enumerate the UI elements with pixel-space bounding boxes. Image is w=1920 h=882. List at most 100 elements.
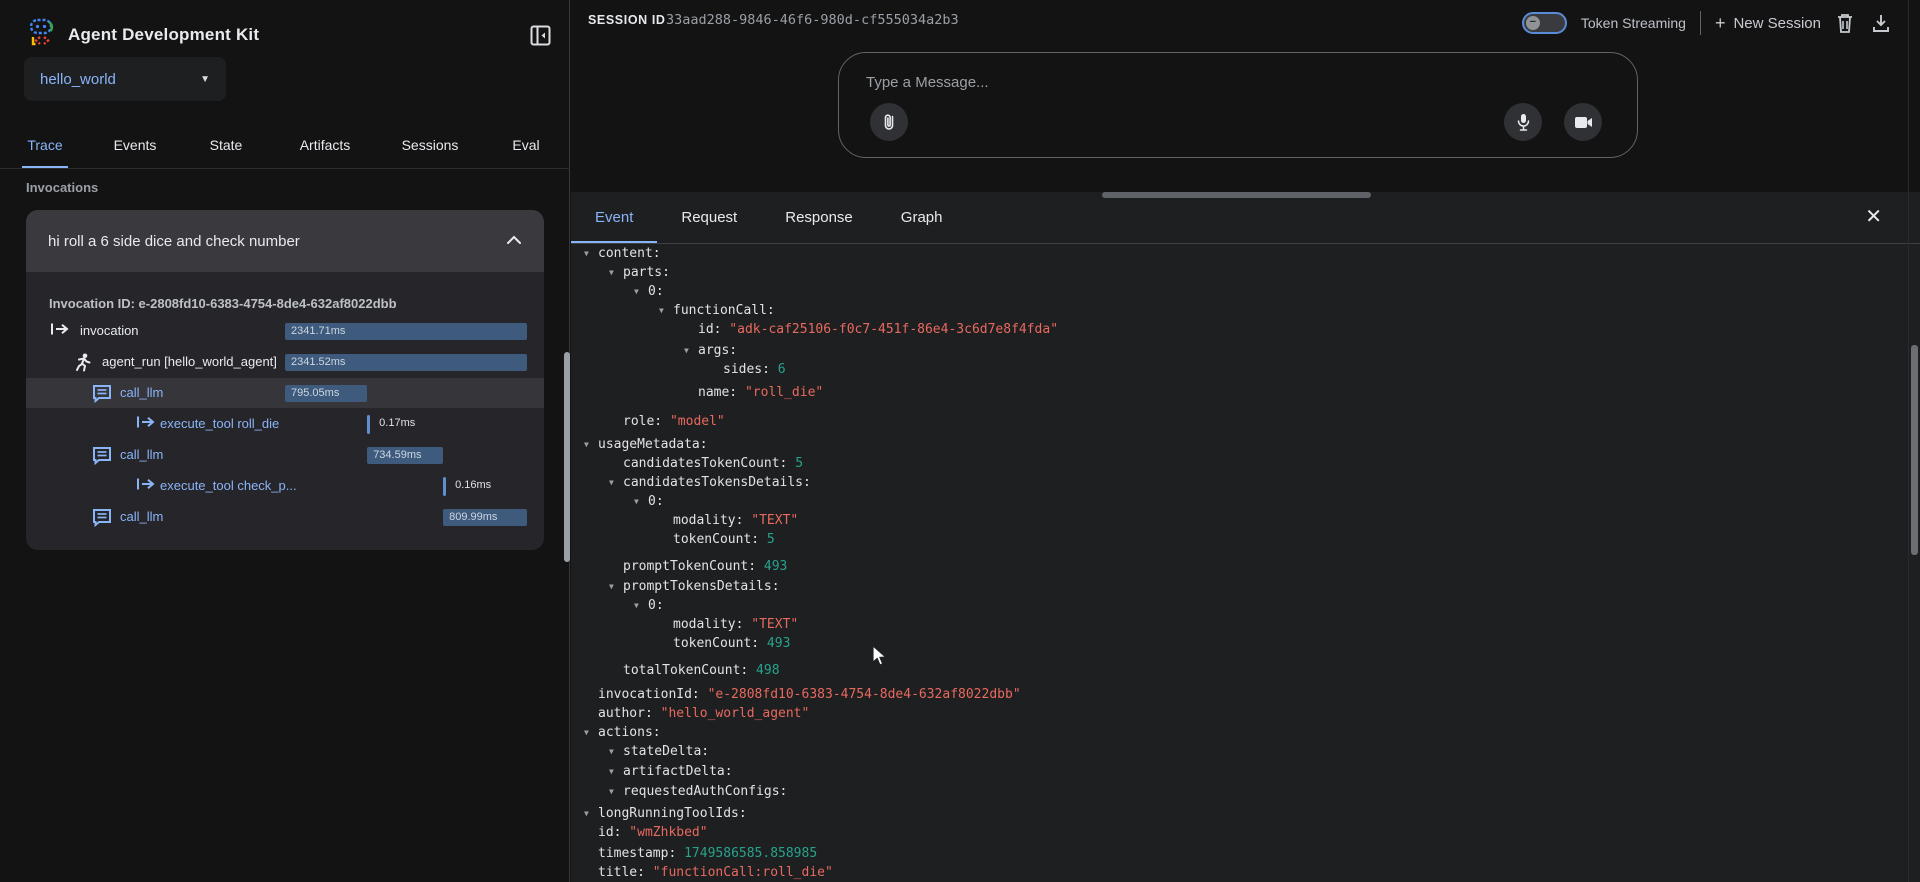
span-label: call_llm xyxy=(120,509,163,524)
expand-arrow-icon[interactable]: ▼ xyxy=(634,492,648,511)
json-row: totalTokenCount: 498 xyxy=(571,661,1901,680)
span-duration-bar: 795.05ms xyxy=(285,385,367,402)
json-key: id: xyxy=(698,322,721,337)
json-key: modality: xyxy=(673,513,743,528)
json-key: promptTokensDetails: xyxy=(623,579,780,594)
json-key: sides: xyxy=(723,362,770,377)
tab-response[interactable]: Response xyxy=(761,192,877,243)
delete-session-icon[interactable] xyxy=(1835,12,1857,34)
json-row: ▼longRunningToolIds: xyxy=(571,804,1901,823)
json-value: "e-2808fd10-6383-4754-8de4-632af8022dbb" xyxy=(700,687,1021,702)
close-icon[interactable]: ✕ xyxy=(1865,204,1882,229)
json-row: modality: "TEXT" xyxy=(571,511,1901,530)
new-session-button[interactable]: + New Session xyxy=(1715,13,1821,34)
tab-events[interactable]: Events xyxy=(114,137,157,153)
json-value: 6 xyxy=(770,362,786,377)
expand-arrow-icon[interactable]: ▼ xyxy=(584,435,598,454)
trace-span-row[interactable]: call_llm 809.99ms xyxy=(26,502,544,532)
microphone-button[interactable] xyxy=(1504,103,1542,141)
expand-arrow-icon[interactable]: ▼ xyxy=(659,301,673,320)
span-label: invocation xyxy=(80,323,139,338)
tab-trace[interactable]: Trace xyxy=(27,137,62,153)
json-row: modality: "TEXT" xyxy=(571,615,1901,634)
expand-arrow-icon[interactable]: ▼ xyxy=(609,263,623,282)
trace-span-row[interactable]: execute_tool check_p...0.16ms xyxy=(26,471,544,501)
json-key: 0: xyxy=(648,494,664,509)
trace-span-row[interactable]: execute_tool roll_die0.17ms xyxy=(26,409,544,439)
json-key: content: xyxy=(598,246,661,261)
attach-file-button[interactable] xyxy=(870,103,908,141)
expand-arrow-icon[interactable]: ▼ xyxy=(609,577,623,596)
json-value: "functionCall:roll_die" xyxy=(645,865,833,880)
token-streaming-toggle[interactable]: − xyxy=(1522,12,1567,34)
span-label: call_llm xyxy=(120,385,163,400)
download-session-icon[interactable] xyxy=(1871,12,1893,34)
new-session-label: New Session xyxy=(1733,15,1821,32)
chat-icon xyxy=(92,384,111,403)
span-duration-bar: 2341.71ms xyxy=(285,323,527,340)
tab-state[interactable]: State xyxy=(210,137,243,153)
trace-span-row[interactable]: agent_run [hello_world_agent]2341.52ms xyxy=(26,347,544,377)
json-row: timestamp: 1749586585.858985 xyxy=(571,844,1901,863)
json-value: 493 xyxy=(759,636,790,651)
trace-span-row[interactable]: invocation 2341.71ms xyxy=(26,316,544,346)
chevron-down-icon: ▼ xyxy=(200,74,210,85)
chevron-up-icon[interactable] xyxy=(506,232,522,250)
video-button[interactable] xyxy=(1564,103,1602,141)
json-key: requestedAuthConfigs: xyxy=(623,784,787,799)
json-key: totalTokenCount: xyxy=(623,663,748,678)
session-toolbar: − Token Streaming + New Session xyxy=(1522,8,1893,38)
app-header: Agent Development Kit xyxy=(28,18,259,51)
sidebar-scrollbar[interactable] xyxy=(564,352,570,562)
json-key: promptTokenCount: xyxy=(623,559,756,574)
json-key: 0: xyxy=(648,284,664,299)
session-id-label: SESSION ID xyxy=(588,13,666,27)
json-row: candidatesTokenCount: 5 xyxy=(571,454,1901,473)
invocation-card-header[interactable]: hi roll a 6 side dice and check number xyxy=(26,210,544,272)
session-id-value: 33aad288-9846-46f6-980d-cf555034a2b3 xyxy=(666,12,959,28)
tab-eval[interactable]: Eval xyxy=(512,137,539,153)
expand-arrow-icon[interactable]: ▼ xyxy=(609,762,623,781)
expand-arrow-icon[interactable]: ▼ xyxy=(609,473,623,492)
trace-span-row[interactable]: call_llm 795.05ms xyxy=(26,378,544,408)
tab-graph[interactable]: Graph xyxy=(877,192,967,243)
tab-request[interactable]: Request xyxy=(657,192,761,243)
span-duration-bar: 2341.52ms xyxy=(285,354,527,371)
trace-sidebar: Agent Development Kit hello_world ▼ Trac… xyxy=(0,0,570,882)
mouse-cursor xyxy=(872,645,889,672)
expand-arrow-icon[interactable]: ▼ xyxy=(584,723,598,742)
expand-arrow-icon[interactable]: ▼ xyxy=(684,341,698,360)
json-key: author: xyxy=(598,706,653,721)
enter-arrow-icon xyxy=(136,415,155,434)
enter-arrow-icon xyxy=(136,477,155,496)
expand-arrow-icon[interactable]: ▼ xyxy=(584,244,598,263)
expand-arrow-icon[interactable]: ▼ xyxy=(634,596,648,615)
json-key: title: xyxy=(598,865,645,880)
json-row: sides: 6 xyxy=(571,360,1901,379)
agent-select-dropdown[interactable]: hello_world ▼ xyxy=(24,57,226,101)
json-row: ▼requestedAuthConfigs: xyxy=(571,782,1901,801)
span-duration-label: 0.17ms xyxy=(379,417,415,429)
expand-arrow-icon[interactable]: ▼ xyxy=(634,282,648,301)
json-key: artifactDelta: xyxy=(623,764,733,779)
trace-span-row[interactable]: call_llm734.59ms xyxy=(26,440,544,470)
microphone-icon xyxy=(1516,113,1531,132)
expand-arrow-icon[interactable]: ▼ xyxy=(609,782,623,801)
tab-event[interactable]: Event xyxy=(571,192,657,243)
page-scrollbar[interactable] xyxy=(1911,345,1918,555)
span-duration-label: 0.16ms xyxy=(455,479,491,491)
message-input-box[interactable]: Type a Message... xyxy=(838,52,1638,158)
session-header: SESSION ID 33aad288-9846-46f6-980d-cf555… xyxy=(571,0,1920,40)
tab-artifacts[interactable]: Artifacts xyxy=(300,137,351,153)
json-value: 498 xyxy=(748,663,779,678)
active-tab-indicator xyxy=(22,166,68,168)
json-value: "TEXT" xyxy=(743,617,798,632)
tab-sessions[interactable]: Sessions xyxy=(402,137,459,153)
span-duration-bar: 809.99ms xyxy=(443,509,527,526)
json-row: ▼stateDelta: xyxy=(571,742,1901,761)
json-row: ▼usageMetadata: xyxy=(571,435,1901,454)
expand-arrow-icon[interactable]: ▼ xyxy=(584,804,598,823)
expand-arrow-icon[interactable]: ▼ xyxy=(609,742,623,761)
json-value: 5 xyxy=(759,532,775,547)
collapse-panel-icon[interactable] xyxy=(530,25,551,46)
